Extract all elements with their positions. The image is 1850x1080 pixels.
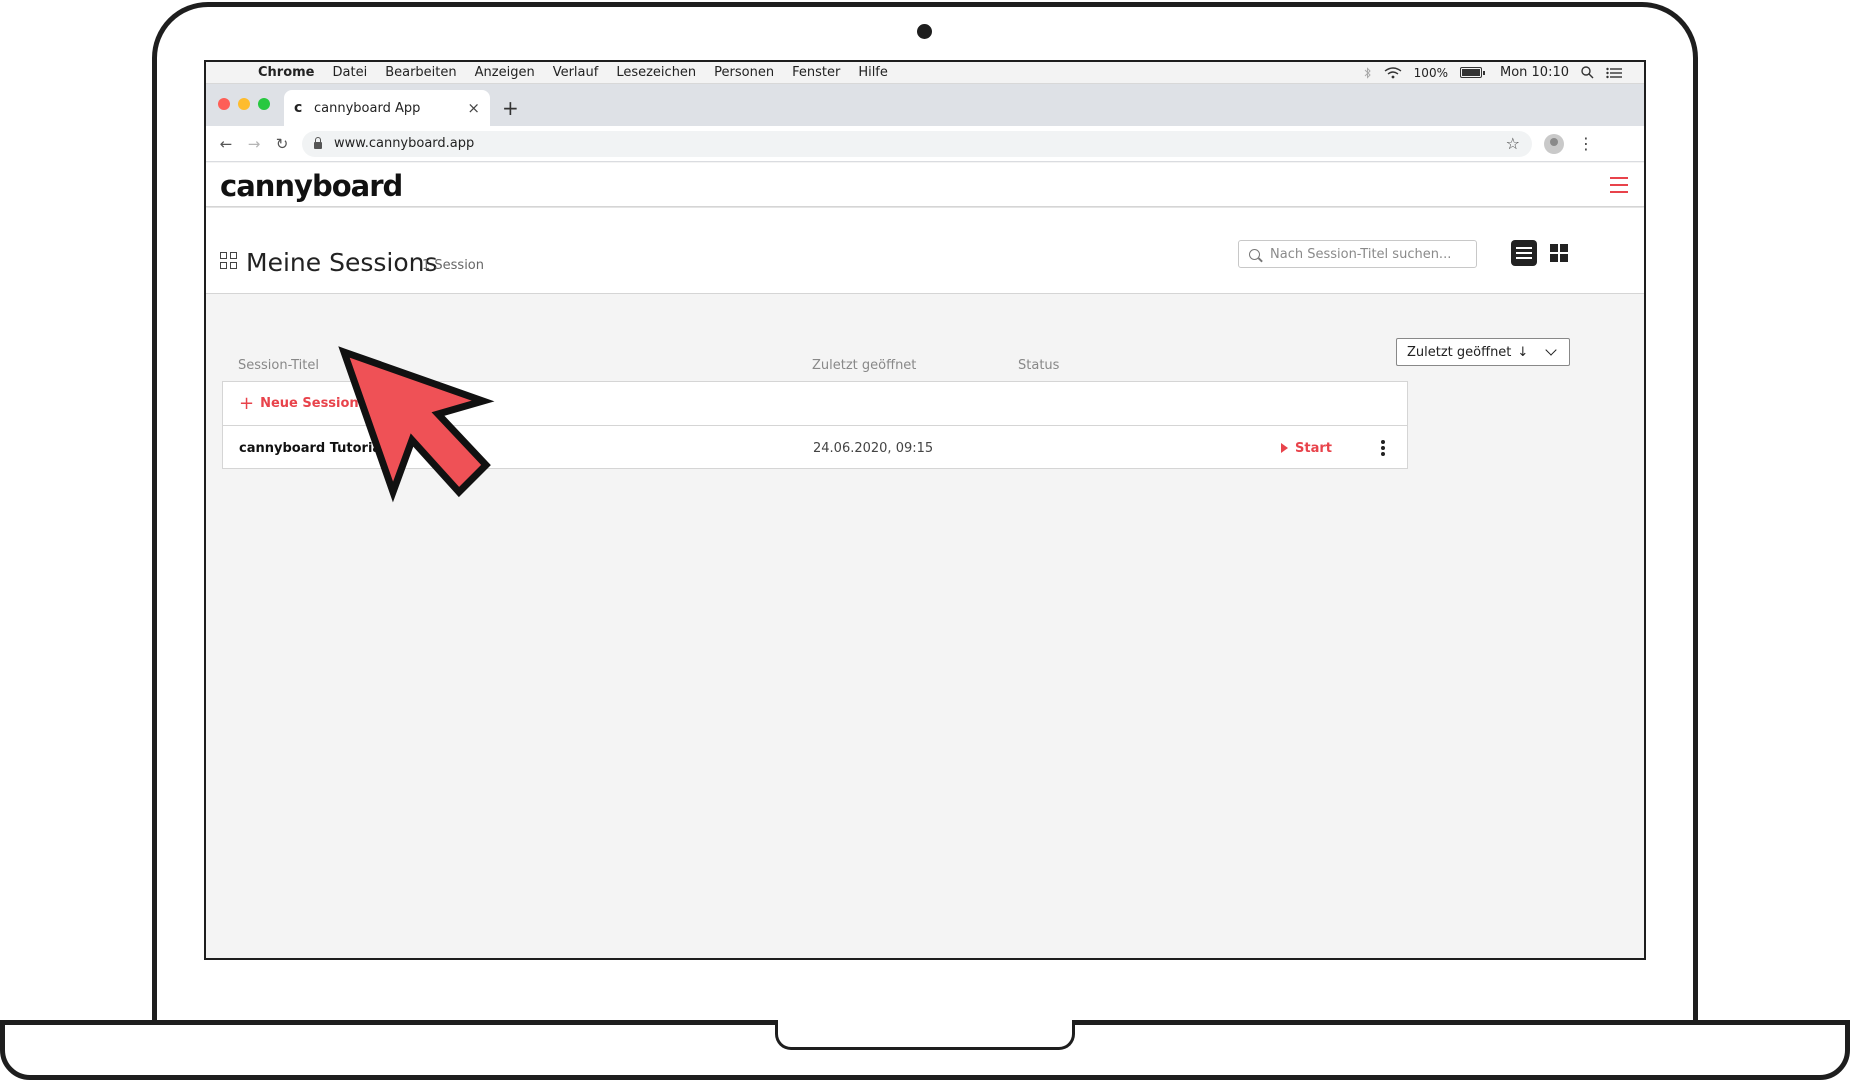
pointer-arrow-icon: [338, 346, 495, 503]
laptop-notch: [775, 1020, 1075, 1050]
screen: Chrome Datei Bearbeiten Anzeigen Verlauf…: [204, 60, 1646, 960]
camera-icon: [917, 24, 932, 39]
